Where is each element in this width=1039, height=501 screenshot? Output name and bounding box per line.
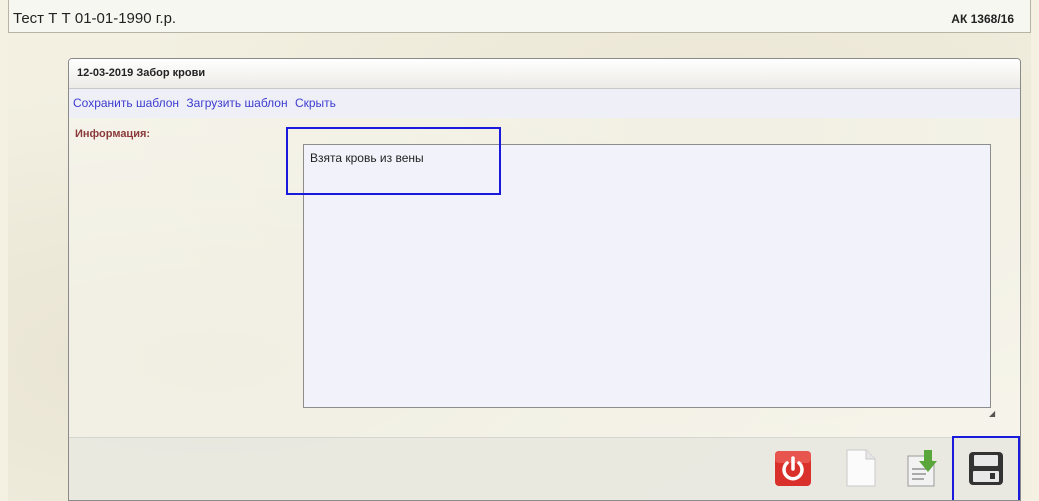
import-button[interactable] xyxy=(903,448,943,488)
document-download-icon xyxy=(907,450,937,487)
case-number: АК 1368/16 xyxy=(951,12,1014,26)
load-template-link[interactable]: Загрузить шаблон xyxy=(186,96,287,110)
text-highlight-box xyxy=(286,127,501,195)
power-button[interactable] xyxy=(773,448,813,488)
new-document-button[interactable] xyxy=(840,448,880,488)
patient-header: Тест Т Т 01-01-1990 г.р. АК 1368/16 xyxy=(8,0,1031,33)
save-template-link[interactable]: Сохранить шаблон xyxy=(73,96,179,110)
blank-document-icon xyxy=(846,449,876,487)
info-label: Информация: xyxy=(75,128,151,140)
panel-title: 12-03-2019 Забор крови xyxy=(69,59,1020,89)
procedure-panel: 12-03-2019 Забор крови Сохранить шаблон … xyxy=(68,58,1021,501)
hide-link[interactable]: Скрыть xyxy=(295,96,336,110)
save-highlight-box xyxy=(952,436,1020,500)
template-links: Сохранить шаблон Загрузить шаблон Скрыть xyxy=(69,89,1020,118)
action-toolbar xyxy=(69,437,1020,500)
patient-name: Тест Т Т 01-01-1990 г.р. xyxy=(13,10,177,27)
power-icon xyxy=(775,451,811,486)
resize-handle-icon[interactable]: ◢ xyxy=(989,409,995,418)
